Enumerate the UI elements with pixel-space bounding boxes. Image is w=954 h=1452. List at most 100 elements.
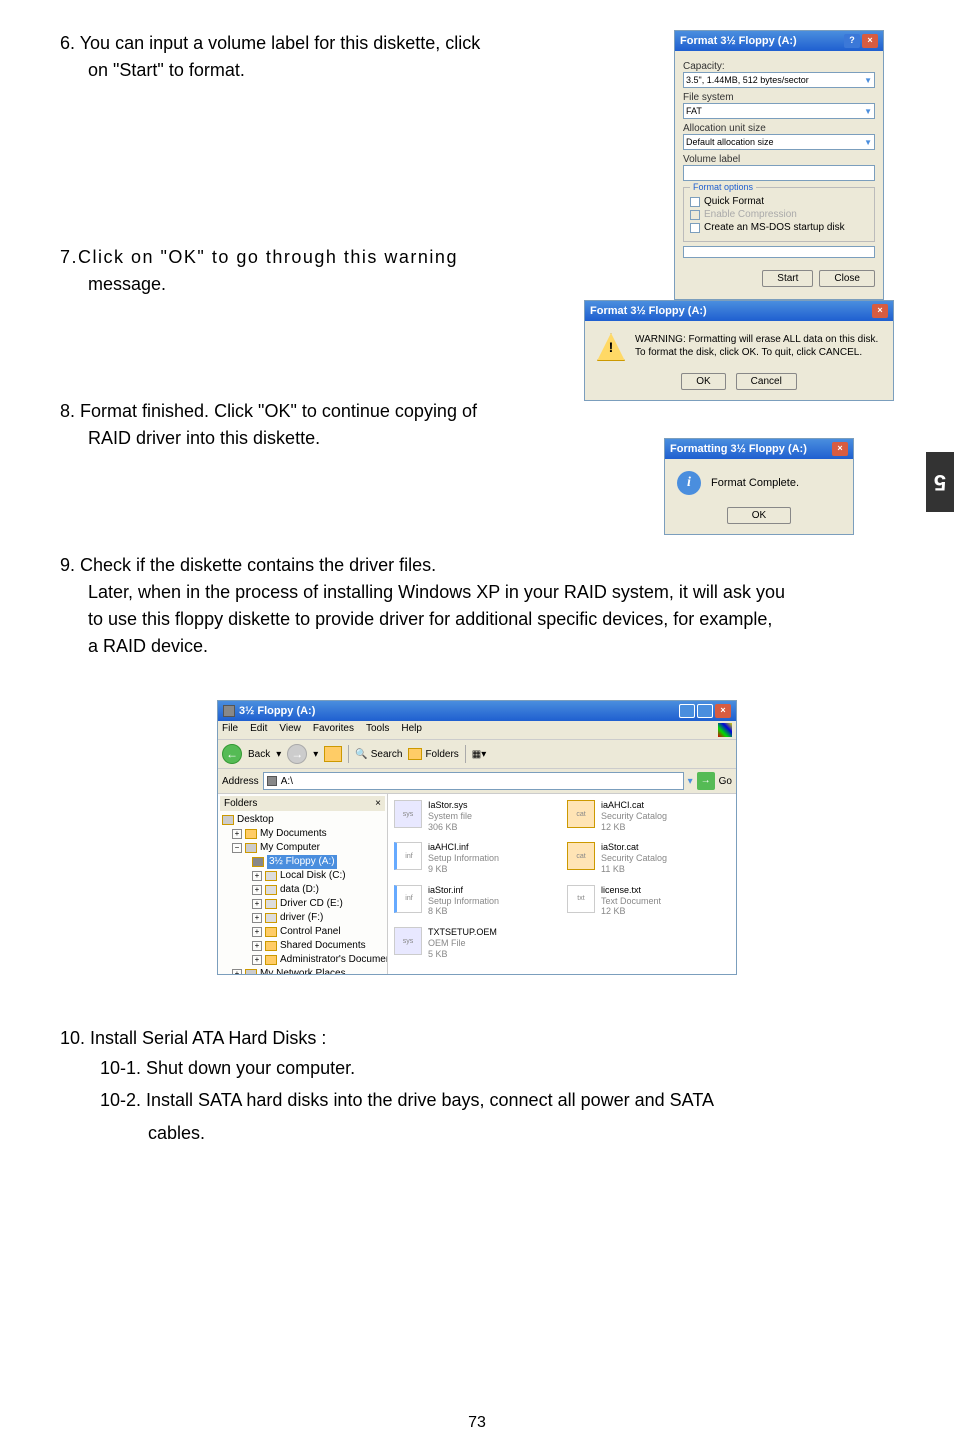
page-number: 73 <box>468 1414 486 1432</box>
warning-text1: WARNING: Formatting will erase ALL data … <box>635 333 881 346</box>
close-icon[interactable]: × <box>872 304 888 318</box>
toolbar: ← Back ▾ → ▾ 🔍Search Folders ▦▾ <box>218 740 736 769</box>
file-size: 8 KB <box>428 906 499 917</box>
file-item[interactable]: inf iaStor.inf Setup Information 8 KB <box>394 885 557 917</box>
allocation-label: Allocation unit size <box>683 123 875 134</box>
file-type: System file <box>428 811 472 822</box>
menu-file[interactable]: File <box>222 723 238 737</box>
folders-button[interactable]: Folders <box>408 748 458 760</box>
menu-help[interactable]: Help <box>401 723 422 737</box>
start-button[interactable]: Start <box>762 270 813 287</box>
file-size: 11 KB <box>601 864 667 875</box>
tree-desktop[interactable]: Desktop <box>222 813 383 827</box>
tree-floppy[interactable]: 3½ Floppy (A:) <box>222 855 383 869</box>
warning-text2: To format the disk, click OK. To quit, c… <box>635 346 881 359</box>
folders-close-icon[interactable]: × <box>375 798 381 809</box>
file-item[interactable]: cat iaStor.cat Security Catalog 11 KB <box>567 842 730 874</box>
cancel-button[interactable]: Cancel <box>736 373 797 390</box>
ok-button[interactable]: OK <box>681 373 725 390</box>
tree-admin[interactable]: +Administrator's Documents <box>222 953 383 967</box>
help-button[interactable]: ? <box>844 34 860 48</box>
menu-edit[interactable]: Edit <box>250 723 267 737</box>
warning-title: Format 3½ Floppy (A:) <box>590 305 707 317</box>
side-tab: 5 <box>926 452 954 512</box>
capacity-select[interactable]: 3.5", 1.44MB, 512 bytes/sector▼ <box>683 72 875 88</box>
step9-line3: to use this floppy diskette to provide d… <box>60 606 894 633</box>
close-icon[interactable]: × <box>862 34 878 48</box>
back-button[interactable]: ← <box>222 744 242 764</box>
warning-dialog: Format 3½ Floppy (A:) × ! WARNING: Forma… <box>584 300 894 401</box>
search-button[interactable]: 🔍Search <box>355 749 402 760</box>
floppy-icon <box>223 705 235 717</box>
file-item[interactable]: cat iaAHCI.cat Security Catalog 12 KB <box>567 800 730 832</box>
forward-dropdown[interactable]: ▾ <box>313 749 318 760</box>
file-type: Setup Information <box>428 853 499 864</box>
address-bar: Address A:\ ▾ → Go <box>218 769 736 794</box>
folders-header-title: Folders <box>224 798 257 809</box>
back-label: Back <box>248 749 270 760</box>
address-dropdown-icon[interactable]: ▾ <box>688 776 693 787</box>
tree-mycomp[interactable]: −My Computer <box>222 841 383 855</box>
tree-drivere[interactable]: +Driver CD (E:) <box>222 897 383 911</box>
file-item[interactable]: inf iaAHCI.inf Setup Information 9 KB <box>394 842 557 874</box>
views-button[interactable]: ▦▾ <box>472 749 486 760</box>
complete-dialog: Formatting 3½ Floppy (A:) × i Format Com… <box>664 438 854 535</box>
quick-format-checkbox[interactable]: Quick Format <box>690 196 868 207</box>
menu-tools[interactable]: Tools <box>366 723 389 737</box>
step9-line2: Later, when in the process of installing… <box>60 579 894 606</box>
file-size: 9 KB <box>428 864 499 875</box>
menu-favorites[interactable]: Favorites <box>313 723 354 737</box>
windows-flag-icon <box>718 723 732 737</box>
tree-network[interactable]: +My Network Places <box>222 967 383 974</box>
step10-sub1: 10-1. Shut down your computer. <box>60 1052 894 1084</box>
volume-label-input[interactable] <box>683 165 875 181</box>
file-name: TXTSETUP.OEM <box>428 927 497 938</box>
up-button[interactable] <box>324 746 342 762</box>
allocation-select[interactable]: Default allocation size▼ <box>683 134 875 150</box>
file-type: Security Catalog <box>601 811 667 822</box>
close-icon[interactable]: × <box>832 442 848 456</box>
file-icon: inf <box>394 842 422 870</box>
file-item[interactable]: sys TXTSETUP.OEM OEM File 5 KB <box>394 927 557 959</box>
ok-button[interactable]: OK <box>727 507 791 524</box>
minimize-button[interactable] <box>679 704 695 718</box>
file-size: 306 KB <box>428 822 472 833</box>
volume-label-label: Volume label <box>683 154 875 165</box>
file-item[interactable]: txt license.txt Text Document 12 KB <box>567 885 730 917</box>
file-size: 12 KB <box>601 822 667 833</box>
tree-datad[interactable]: +data (D:) <box>222 883 383 897</box>
tree-shared[interactable]: +Shared Documents <box>222 939 383 953</box>
info-icon: i <box>677 471 701 495</box>
explorer-window: 3½ Floppy (A:) × File Edit View Favorite… <box>217 700 737 975</box>
folders-pane: Folders × Desktop +My Documents −My Comp… <box>218 794 388 974</box>
step8-line1: 8. Format finished. Click "OK" to contin… <box>60 398 894 425</box>
go-label: Go <box>719 776 732 787</box>
file-size: 12 KB <box>601 906 661 917</box>
step10-sub2b: cables. <box>60 1117 894 1149</box>
file-name: iaStor.inf <box>428 885 499 896</box>
back-dropdown[interactable]: ▾ <box>276 749 281 760</box>
go-button[interactable]: → <box>697 772 715 790</box>
msdos-checkbox[interactable]: Create an MS-DOS startup disk <box>690 222 868 233</box>
format-title: Format 3½ Floppy (A:) <box>680 35 797 47</box>
tree-mydocs[interactable]: +My Documents <box>222 827 383 841</box>
file-type: Setup Information <box>428 896 499 907</box>
file-name: IaStor.sys <box>428 800 472 811</box>
filesystem-select[interactable]: FAT▼ <box>683 103 875 119</box>
progress-bar <box>683 246 875 258</box>
close-button[interactable]: Close <box>819 270 875 287</box>
complete-message: Format Complete. <box>711 477 799 489</box>
tree-localc[interactable]: +Local Disk (C:) <box>222 869 383 883</box>
forward-button[interactable]: → <box>287 744 307 764</box>
tree-control[interactable]: +Control Panel <box>222 925 383 939</box>
file-icon: sys <box>394 927 422 955</box>
file-item[interactable]: sys IaStor.sys System file 306 KB <box>394 800 557 832</box>
file-name: license.txt <box>601 885 661 896</box>
menu-view[interactable]: View <box>279 723 301 737</box>
tree-driverf[interactable]: +driver (F:) <box>222 911 383 925</box>
maximize-button[interactable] <box>697 704 713 718</box>
close-button[interactable]: × <box>715 704 731 718</box>
file-type: OEM File <box>428 938 497 949</box>
address-input[interactable]: A:\ <box>263 772 684 790</box>
complete-title: Formatting 3½ Floppy (A:) <box>670 443 807 455</box>
